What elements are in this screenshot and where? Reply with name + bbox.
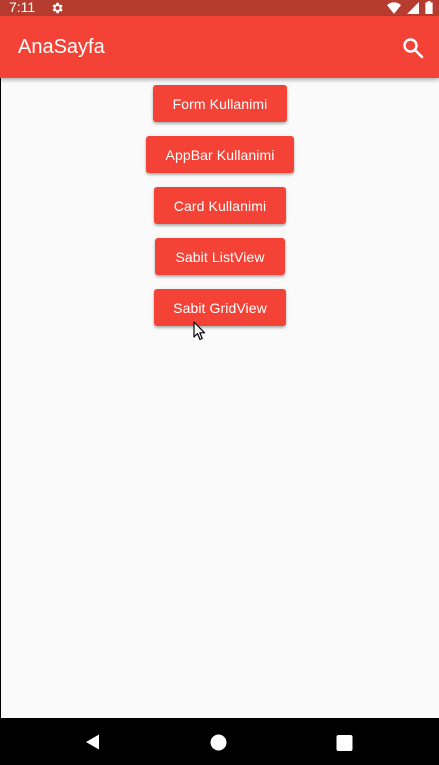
sabit-gridview-button[interactable]: Sabit GridView	[154, 289, 286, 326]
app-bar: AnaSayfa	[0, 16, 439, 78]
home-icon[interactable]	[210, 734, 227, 751]
app-screen: 7:11 AnaSayfa Form Kullanimi AppBar Kull…	[0, 0, 439, 765]
sabit-listview-button[interactable]: Sabit ListView	[155, 238, 285, 275]
settings-icon	[52, 2, 63, 14]
card-kullanimi-button[interactable]: Card Kullanimi	[154, 187, 286, 224]
navigation-bar	[0, 718, 439, 765]
mouse-pointer-icon	[193, 321, 206, 341]
appbar-kullanimi-button[interactable]: AppBar Kullanimi	[146, 136, 294, 173]
recents-icon[interactable]	[336, 735, 353, 751]
form-kullanimi-button[interactable]: Form Kullanimi	[153, 85, 287, 122]
status-bar: 7:11	[0, 0, 439, 16]
wifi-icon	[387, 1, 401, 14]
signal-icon	[407, 1, 419, 14]
battery-icon	[425, 1, 433, 14]
status-icons	[387, 1, 433, 14]
back-icon[interactable]	[84, 733, 102, 751]
app-bar-title: AnaSayfa	[18, 36, 105, 58]
main-content: Form Kullanimi AppBar Kullanimi Card Kul…	[0, 78, 439, 718]
search-icon[interactable]	[401, 36, 425, 60]
status-time: 7:11	[9, 0, 36, 15]
